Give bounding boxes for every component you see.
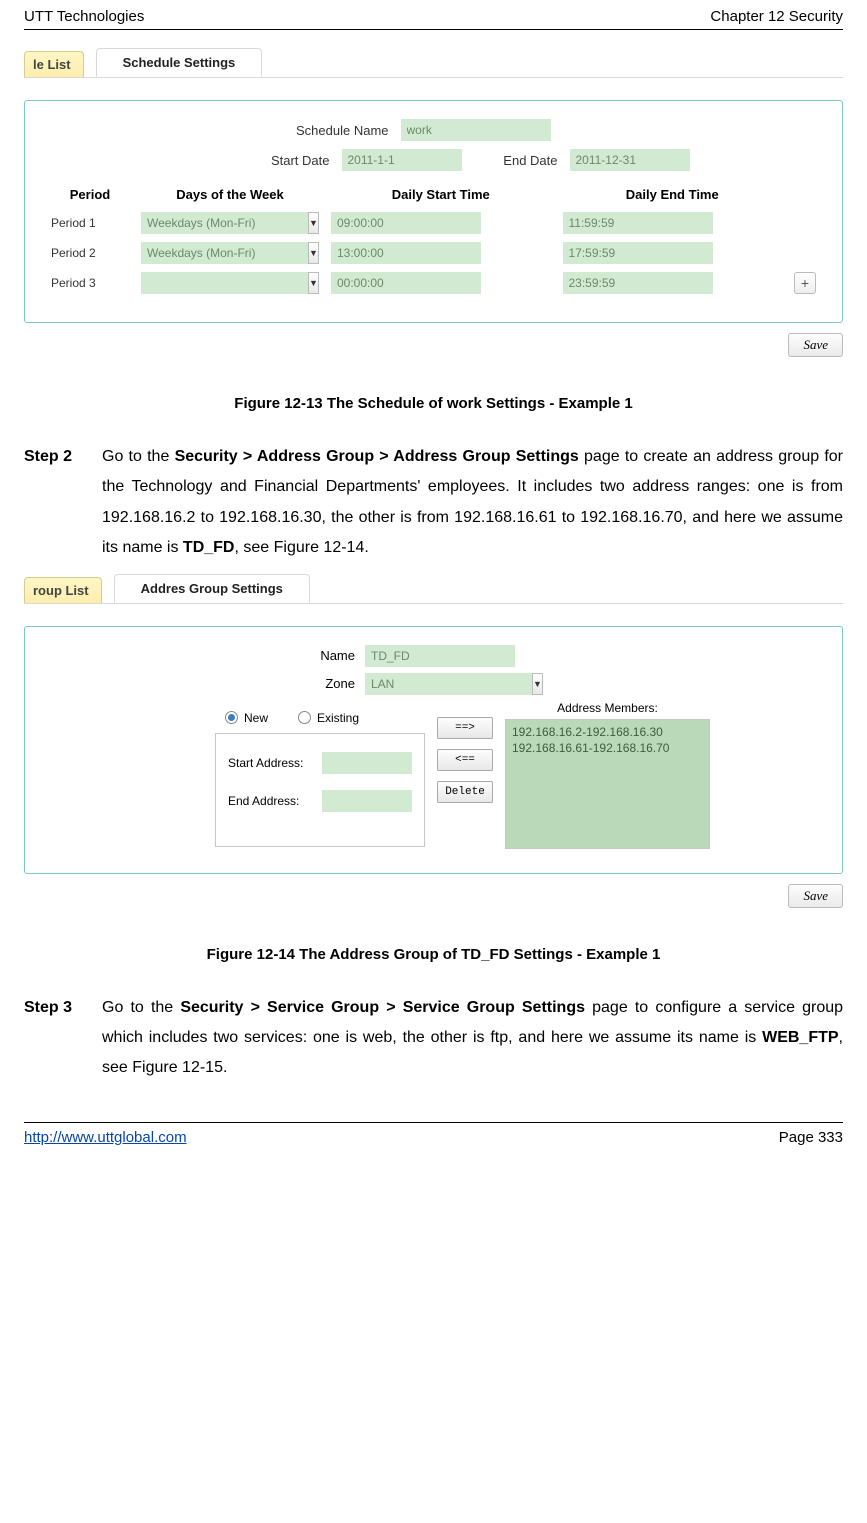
figure-caption-2: Figure 12-14 The Address Group of TD_FD … xyxy=(24,946,843,963)
period-label: Period 3 xyxy=(45,268,135,298)
chevron-down-icon[interactable]: ▼ xyxy=(308,212,319,234)
header-right: Chapter 12 Security xyxy=(710,8,843,25)
start-address-label: Start Address: xyxy=(228,756,322,770)
chevron-down-icon[interactable]: ▼ xyxy=(308,272,319,294)
end-date-label: End Date xyxy=(466,153,566,168)
radio-icon xyxy=(298,711,311,724)
end-address-input[interactable] xyxy=(322,790,412,812)
period-label: Period 2 xyxy=(45,238,135,268)
members-label: Address Members: xyxy=(505,701,710,719)
address-entry-box: Start Address: End Address: xyxy=(215,733,425,847)
save-button[interactable]: Save xyxy=(788,884,843,908)
col-start: Daily Start Time xyxy=(325,181,557,208)
chevron-down-icon[interactable]: ▼ xyxy=(308,242,319,264)
list-item[interactable]: 192.168.16.61-192.168.16.70 xyxy=(512,740,703,757)
tab-schedule-settings[interactable]: Schedule Settings xyxy=(96,48,263,77)
schedule-name-label: Schedule Name xyxy=(257,123,397,138)
chevron-down-icon[interactable]: ▼ xyxy=(532,673,543,695)
name-input[interactable] xyxy=(365,645,515,667)
step-2: Step 2 Go to the Security > Address Grou… xyxy=(24,442,843,564)
end-address-label: End Address: xyxy=(228,794,322,808)
delete-member-button[interactable]: Delete xyxy=(437,781,493,803)
save-button[interactable]: Save xyxy=(788,333,843,357)
tab-group-list[interactable]: roup List xyxy=(24,577,102,603)
transfer-buttons: ==> <== Delete xyxy=(437,717,493,803)
table-row: Period 3 ▼ + xyxy=(45,268,822,298)
step-3: Step 3 Go to the Security > Service Grou… xyxy=(24,993,843,1084)
radio-existing[interactable]: Existing xyxy=(298,711,359,725)
schedule-table: Period Days of the Week Daily Start Time… xyxy=(45,181,822,298)
period-label: Period 1 xyxy=(45,208,135,238)
col-period: Period xyxy=(45,181,135,208)
step-label: Step 2 xyxy=(24,442,102,564)
figure-caption-1: Figure 12-13 The Schedule of work Settin… xyxy=(24,395,843,412)
zone-label: Zone xyxy=(275,676,365,691)
page-header: UTT Technologies Chapter 12 Security xyxy=(24,8,843,30)
col-days: Days of the Week xyxy=(135,181,325,208)
start-date-label: Start Date xyxy=(198,153,338,168)
tab-schedule-list[interactable]: le List xyxy=(24,51,84,77)
step-label: Step 3 xyxy=(24,993,102,1084)
daily-end-input[interactable] xyxy=(563,242,713,264)
header-left: UTT Technologies xyxy=(24,8,144,25)
schedule-tabbar: le List Schedule Settings xyxy=(24,48,843,78)
col-end: Daily End Time xyxy=(557,181,789,208)
page-footer: http://www.uttglobal.com Page 333 xyxy=(24,1122,843,1146)
name-label: Name xyxy=(275,648,365,663)
days-select[interactable] xyxy=(141,272,308,294)
daily-end-input[interactable] xyxy=(563,212,713,234)
schedule-screenshot: le List Schedule Settings Schedule Name … xyxy=(24,48,843,357)
days-select[interactable] xyxy=(141,242,308,264)
days-select[interactable] xyxy=(141,212,308,234)
ag-tabbar: roup List Addres Group Settings xyxy=(24,574,843,604)
daily-start-input[interactable] xyxy=(331,272,481,294)
page-number: Page 333 xyxy=(779,1129,843,1146)
end-date-input[interactable] xyxy=(570,149,690,171)
radio-icon xyxy=(225,711,238,724)
remove-member-button[interactable]: <== xyxy=(437,749,493,771)
members-listbox[interactable]: 192.168.16.2-192.168.16.30 192.168.16.61… xyxy=(505,719,710,849)
schedule-form: Schedule Name Start Date End Date Period… xyxy=(24,100,843,323)
schedule-name-input[interactable] xyxy=(401,119,551,141)
zone-select[interactable] xyxy=(365,673,532,695)
ag-form: Name Zone ▼ New xyxy=(24,626,843,874)
start-date-input[interactable] xyxy=(342,149,462,171)
add-member-button[interactable]: ==> xyxy=(437,717,493,739)
table-row: Period 1 ▼ xyxy=(45,208,822,238)
footer-link[interactable]: http://www.uttglobal.com xyxy=(24,1129,187,1146)
add-period-button[interactable]: + xyxy=(794,272,816,294)
list-item[interactable]: 192.168.16.2-192.168.16.30 xyxy=(512,724,703,741)
tab-address-group-settings[interactable]: Addres Group Settings xyxy=(114,574,310,603)
table-row: Period 2 ▼ xyxy=(45,238,822,268)
address-group-screenshot: roup List Addres Group Settings Name Zon… xyxy=(24,574,843,908)
start-address-input[interactable] xyxy=(322,752,412,774)
daily-start-input[interactable] xyxy=(331,242,481,264)
step-body: Go to the Security > Service Group > Ser… xyxy=(102,993,843,1084)
radio-new[interactable]: New xyxy=(225,711,268,725)
step-body: Go to the Security > Address Group > Add… xyxy=(102,442,843,564)
daily-end-input[interactable] xyxy=(563,272,713,294)
daily-start-input[interactable] xyxy=(331,212,481,234)
